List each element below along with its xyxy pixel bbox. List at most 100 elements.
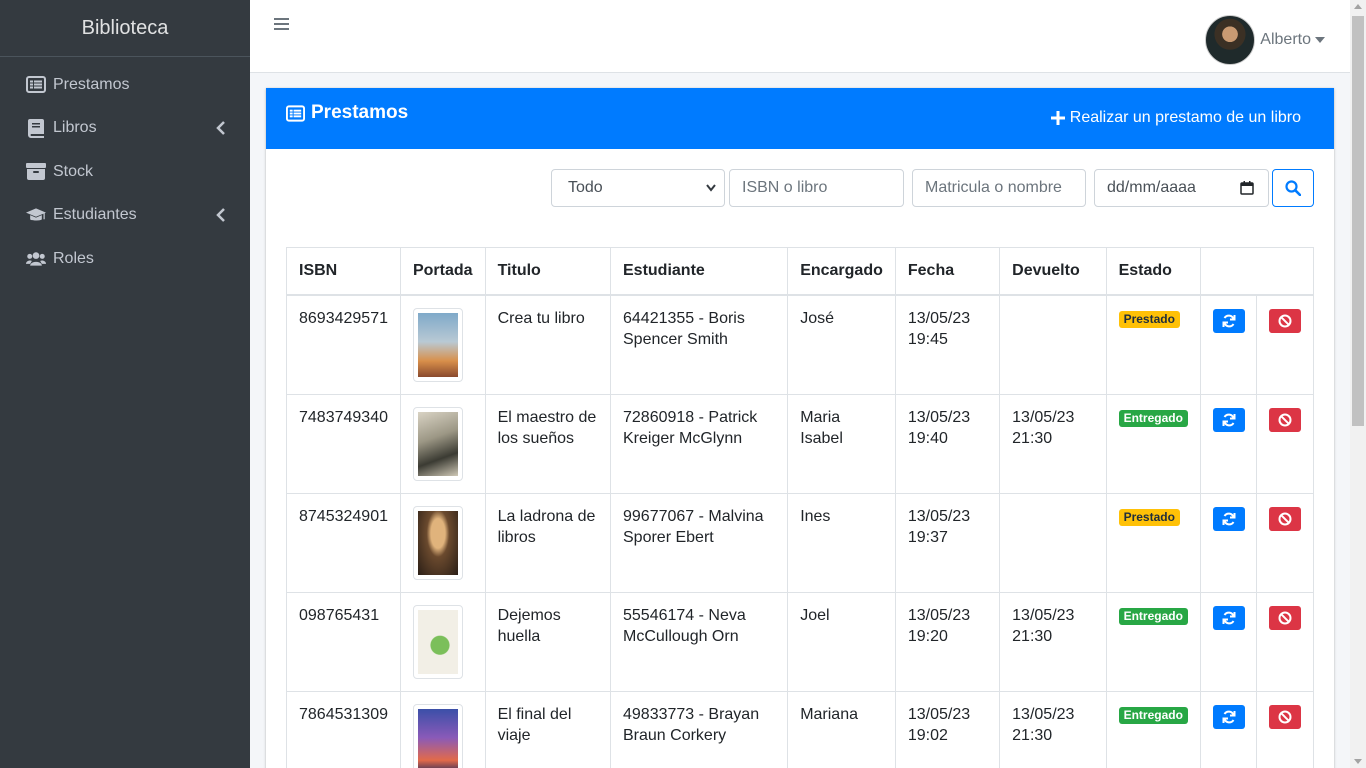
cell-returned bbox=[999, 492, 1107, 593]
cell-renew bbox=[1199, 294, 1258, 395]
cell-returned: 13/05/23 21:30 bbox=[999, 690, 1107, 768]
student-placeholder: Matricula o nombre bbox=[925, 179, 1062, 196]
renew-button[interactable] bbox=[1212, 308, 1245, 333]
renew-button[interactable] bbox=[1212, 407, 1245, 432]
cell-cancel bbox=[1256, 294, 1314, 395]
status-badge: Prestado bbox=[1118, 508, 1180, 526]
table-row: 7864531309 El final del viaje 49833773 -… bbox=[286, 690, 1314, 768]
search-button[interactable] bbox=[1272, 169, 1314, 207]
cell-isbn: 098765431 bbox=[286, 591, 401, 692]
table-row: 098765431 Dejemos huella 55546174 - Neva… bbox=[286, 591, 1314, 692]
col-devuelto[interactable]: Devuelto bbox=[999, 247, 1107, 296]
archive-icon bbox=[26, 163, 46, 181]
book-cover-image[interactable] bbox=[412, 604, 463, 679]
avatar bbox=[1205, 15, 1256, 65]
col-estado[interactable]: Estado bbox=[1105, 247, 1201, 296]
cell-returned bbox=[999, 294, 1107, 395]
status-badge: Entregado bbox=[1118, 706, 1188, 724]
sync-icon bbox=[1222, 413, 1236, 426]
cancel-button[interactable] bbox=[1269, 308, 1302, 333]
sync-icon bbox=[1222, 512, 1236, 525]
sidebar-item-prestamos[interactable]: Prestamos bbox=[0, 63, 250, 107]
student-search-input[interactable]: Matricula o nombre bbox=[912, 169, 1086, 207]
cell-title: Dejemos huella bbox=[484, 591, 612, 692]
renew-button[interactable] bbox=[1212, 704, 1245, 729]
cell-date: 13/05/23 19:40 bbox=[894, 393, 1001, 494]
renew-button[interactable] bbox=[1212, 605, 1245, 630]
cell-cancel bbox=[1256, 492, 1314, 593]
status-badge: Entregado bbox=[1118, 607, 1188, 625]
isbn-placeholder: ISBN o libro bbox=[742, 179, 828, 196]
card-title: Prestamos bbox=[286, 102, 408, 124]
cancel-button[interactable] bbox=[1269, 704, 1302, 729]
col-estudiante[interactable]: Estudiante bbox=[609, 247, 789, 296]
cell-cancel bbox=[1256, 591, 1314, 692]
cancel-button[interactable] bbox=[1269, 407, 1302, 432]
col-actions bbox=[1199, 247, 1315, 296]
book-icon bbox=[26, 118, 46, 138]
renew-button[interactable] bbox=[1212, 506, 1245, 531]
table-row: 7483749340 El maestro de los sueños 7286… bbox=[286, 393, 1314, 494]
status-badge: Entregado bbox=[1118, 409, 1188, 427]
cell-isbn: 8693429571 bbox=[286, 294, 401, 395]
sidebar-item-roles[interactable]: Roles bbox=[0, 237, 250, 281]
cell-student: 55546174 - Neva McCullough Orn bbox=[609, 591, 789, 692]
plus-icon bbox=[1050, 111, 1065, 125]
col-titulo[interactable]: Titulo bbox=[484, 247, 612, 296]
cell-returned: 13/05/23 21:30 bbox=[999, 591, 1107, 692]
col-portada[interactable]: Portada bbox=[399, 247, 486, 296]
ban-icon bbox=[1278, 314, 1292, 327]
cell-status: Entregado bbox=[1105, 591, 1201, 692]
cell-date: 13/05/23 19:37 bbox=[894, 492, 1001, 593]
status-select-value: Todo bbox=[568, 179, 603, 196]
cell-staff: Mariana bbox=[787, 690, 896, 768]
cell-status: Entregado bbox=[1105, 393, 1201, 494]
filter-bar: Todo ISBN o libro Matricula o nombre dd/… bbox=[266, 169, 1334, 207]
cell-status: Entregado bbox=[1105, 690, 1201, 768]
scroll-down-icon[interactable] bbox=[1354, 759, 1362, 764]
sidebar-item-label: Prestamos bbox=[53, 75, 130, 93]
cell-date: 13/05/23 19:02 bbox=[894, 690, 1001, 768]
calendar-icon[interactable] bbox=[1240, 181, 1254, 195]
cell-returned: 13/05/23 21:30 bbox=[999, 393, 1107, 494]
new-loan-button[interactable]: Realizar un prestamo de un libro bbox=[1050, 109, 1301, 127]
cell-title: Crea tu libro bbox=[484, 294, 612, 395]
cell-cancel bbox=[1256, 393, 1314, 494]
cell-date: 13/05/23 19:20 bbox=[894, 591, 1001, 692]
book-cover-image[interactable] bbox=[412, 307, 463, 382]
sync-icon bbox=[1222, 611, 1236, 624]
cell-staff: Maria Isabel bbox=[787, 393, 896, 494]
cell-student: 49833773 - Brayan Braun Corkery bbox=[609, 690, 789, 768]
book-cover-image[interactable] bbox=[412, 406, 463, 481]
table-row: 8693429571 Crea tu libro 64421355 - Bori… bbox=[286, 294, 1314, 395]
book-cover-image[interactable] bbox=[412, 505, 463, 580]
chevron-left-icon bbox=[216, 121, 225, 136]
sidebar-item-label: Libros bbox=[53, 119, 97, 137]
user-menu[interactable]: Alberto bbox=[1205, 15, 1325, 65]
cell-renew bbox=[1199, 690, 1258, 768]
sidebar-item-libros[interactable]: Libros bbox=[0, 107, 250, 151]
ban-icon bbox=[1278, 611, 1292, 624]
page-scrollbar[interactable] bbox=[1350, 0, 1366, 768]
chevron-down-icon bbox=[706, 184, 716, 192]
isbn-search-input[interactable]: ISBN o libro bbox=[729, 169, 904, 207]
cancel-button[interactable] bbox=[1269, 506, 1302, 531]
scroll-up-icon[interactable] bbox=[1354, 4, 1362, 9]
col-fecha[interactable]: Fecha bbox=[894, 247, 1001, 296]
status-badge: Prestado bbox=[1118, 310, 1180, 328]
date-input[interactable]: dd/mm/aaaa bbox=[1094, 169, 1269, 207]
col-isbn[interactable]: ISBN bbox=[286, 247, 401, 296]
col-encargado[interactable]: Encargado bbox=[787, 247, 896, 296]
sidebar-item-estudiantes[interactable]: Estudiantes bbox=[0, 194, 250, 238]
cancel-button[interactable] bbox=[1269, 605, 1302, 630]
table-header-row: ISBN Portada Titulo Estudiante Encargado… bbox=[286, 247, 1315, 296]
cell-renew bbox=[1199, 591, 1258, 692]
cell-isbn: 7864531309 bbox=[286, 690, 401, 768]
book-cover-image[interactable] bbox=[412, 703, 463, 768]
brand-title[interactable]: Biblioteca bbox=[0, 0, 250, 57]
menu-toggle-icon[interactable] bbox=[274, 17, 289, 31]
sidebar-item-stock[interactable]: Stock bbox=[0, 150, 250, 194]
scroll-thumb[interactable] bbox=[1352, 16, 1364, 426]
status-select[interactable]: Todo bbox=[551, 169, 725, 207]
sidebar-item-label: Roles bbox=[53, 249, 94, 267]
